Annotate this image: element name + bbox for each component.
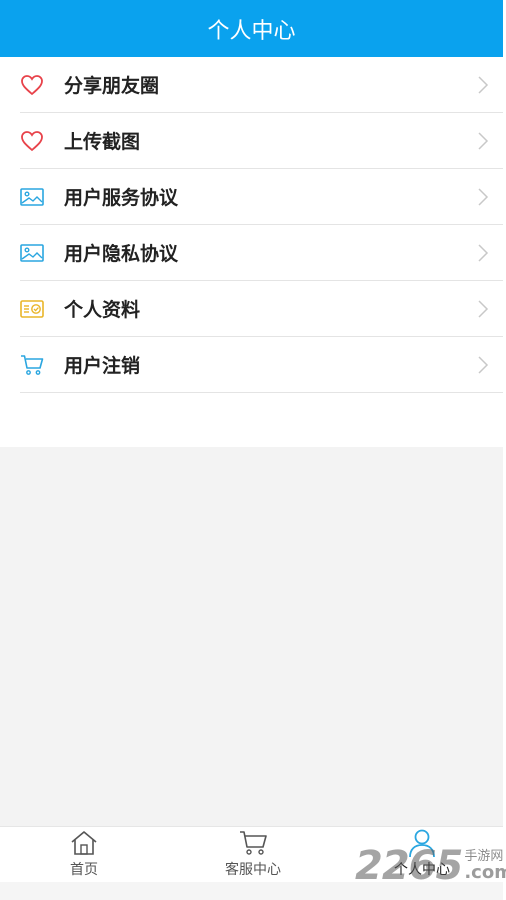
chevron-right-icon [478, 187, 489, 206]
menu-item-label: 上传截图 [64, 131, 141, 153]
menu-item-label: 分享朋友圈 [64, 75, 160, 97]
menu-item-label: 用户服务协议 [64, 187, 179, 209]
heart-icon [20, 130, 46, 152]
menu-item-privacy-agreement[interactable]: 用户隐私协议 [20, 225, 503, 281]
watermark: 2265 手游网 .com [355, 838, 506, 888]
menu-item-share-moments[interactable]: 分享朋友圈 [20, 57, 503, 113]
nav-item-home[interactable]: 首页 [24, 827, 144, 883]
menu-item-label: 个人资料 [64, 299, 141, 321]
cart-icon [20, 354, 46, 376]
cart-icon [238, 829, 268, 857]
nav-label: 首页 [70, 862, 98, 878]
chevron-right-icon [478, 131, 489, 150]
watermark-domain: .com [464, 862, 506, 883]
chevron-right-icon [478, 243, 489, 262]
nav-label: 客服中心 [225, 862, 281, 878]
chevron-right-icon [478, 75, 489, 94]
menu-item-service-agreement[interactable]: 用户服务协议 [20, 169, 503, 225]
image-icon [20, 242, 46, 264]
nav-item-customer-service[interactable]: 客服中心 [193, 827, 313, 883]
menu-list: 分享朋友圈 上传截图 用户服务协议 用户隐私协议 个人资料 用户注销 [0, 57, 503, 447]
page-header: 个人中心 [0, 0, 503, 57]
menu-item-label: 用户隐私协议 [64, 243, 179, 265]
page-title: 个人中心 [207, 18, 296, 44]
id-card-icon [20, 298, 46, 320]
system-nav-bar [0, 882, 503, 900]
heart-icon [20, 74, 46, 96]
chevron-right-icon [478, 299, 489, 318]
chevron-right-icon [478, 355, 489, 374]
image-icon [20, 186, 46, 208]
menu-item-label: 用户注销 [64, 355, 141, 377]
menu-item-deactivate-account[interactable]: 用户注销 [20, 337, 503, 393]
menu-item-upload-screenshot[interactable]: 上传截图 [20, 113, 503, 169]
menu-item-profile[interactable]: 个人资料 [20, 281, 503, 337]
home-icon [69, 829, 99, 857]
